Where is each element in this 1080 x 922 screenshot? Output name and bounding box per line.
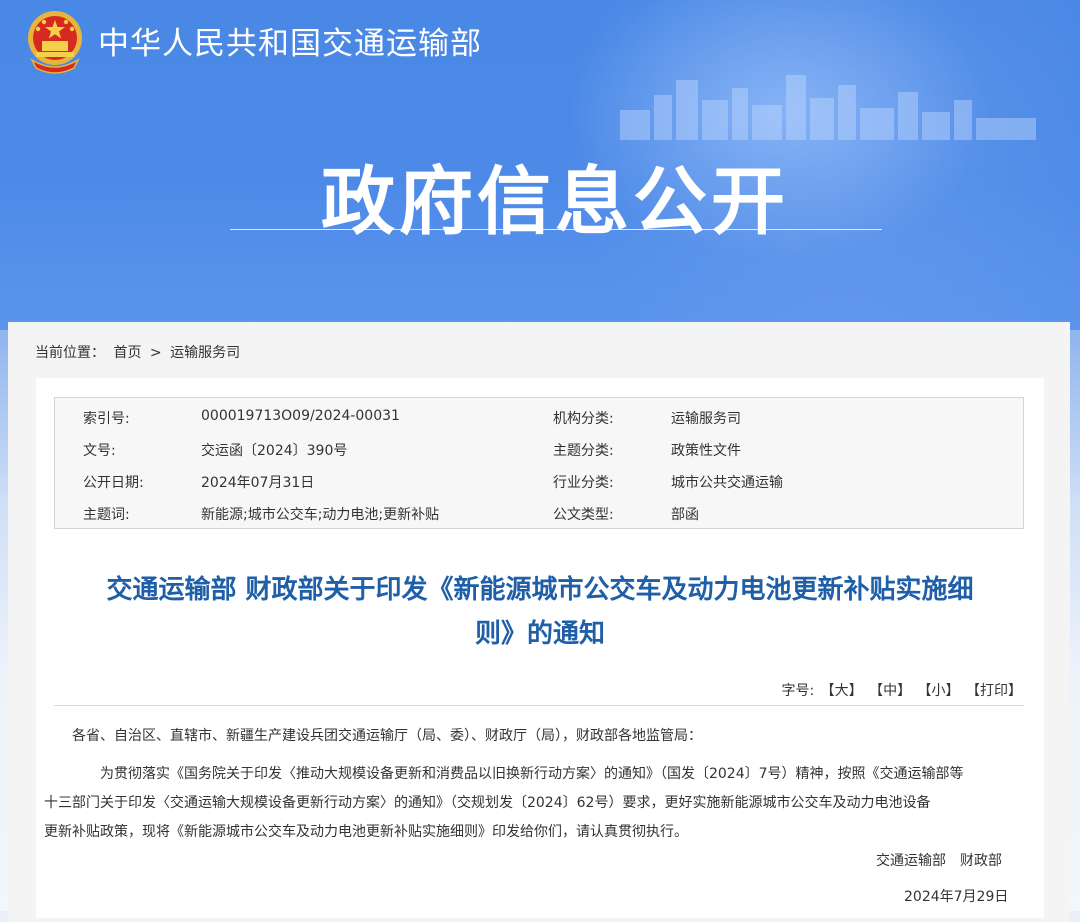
breadcrumb-current-link[interactable]: 运输服务司: [170, 345, 240, 361]
metadata-row: 文号: 交运函〔2024〕390号 主题分类: 政策性文件: [55, 432, 1023, 464]
metadata-table: 索引号: 000019713O09/2024-00031 机构分类: 运输服务司…: [54, 397, 1024, 529]
meta-value: 000019713O09/2024-00031: [201, 408, 400, 424]
metadata-row: 索引号: 000019713O09/2024-00031 机构分类: 运输服务司: [55, 400, 1023, 432]
meta-value: 2024年07月31日: [201, 475, 315, 491]
font-medium-button[interactable]: 【中】: [869, 683, 911, 699]
breadcrumb-home-link[interactable]: 首页: [113, 345, 141, 361]
metadata-row: 主题词: 新能源;城市公交车;动力电池;更新补贴 公文类型: 部函: [55, 496, 1023, 528]
meta-label: 机构分类:: [553, 411, 614, 427]
national-emblem-icon: [28, 11, 82, 74]
meta-value: 交运函〔2024〕390号: [201, 443, 348, 459]
meta-value: 运输服务司: [671, 411, 741, 427]
meta-label: 公开日期:: [83, 475, 144, 491]
title-underline: [230, 229, 882, 230]
paragraph-line: 为贯彻落实《国务院关于印发〈推动大规模设备更新和消费品以旧换新行动方案〉的通知》…: [100, 766, 964, 782]
meta-value: 新能源;城市公交车;动力电池;更新补贴: [201, 507, 440, 523]
ministry-name[interactable]: 中华人民共和国交通运输部: [98, 18, 482, 63]
font-large-button[interactable]: 【大】: [821, 683, 863, 699]
greeting-text: 各省、自治区、直辖市、新疆生产建设兵团交通运输厅（局、委）、财政厅（局），财政部…: [72, 728, 702, 744]
font-small-button[interactable]: 【小】: [918, 683, 960, 699]
meta-value: 部函: [671, 507, 699, 523]
meta-label: 主题分类:: [553, 443, 614, 459]
metadata-row: 公开日期: 2024年07月31日 行业分类: 城市公共交通运输: [55, 464, 1023, 496]
breadcrumb-label: 当前位置：: [35, 345, 105, 361]
article-title-line: 则》的通知: [474, 619, 605, 649]
breadcrumb-separator: >: [149, 345, 162, 361]
meta-label: 索引号:: [83, 411, 130, 427]
meta-label: 公文类型:: [553, 507, 614, 523]
signature: 交通运输部 财政部: [876, 853, 1002, 869]
breadcrumb: 当前位置： 首页 > 运输服务司: [35, 342, 244, 362]
meta-value: 城市公共交通运输: [671, 475, 783, 491]
issue-date: 2024年7月29日: [904, 889, 1009, 905]
font-size-tools: 字号: 【大】 【中】 【小】 【打印】: [700, 680, 1022, 700]
meta-label: 主题词:: [83, 507, 130, 523]
meta-value: 政策性文件: [671, 443, 741, 459]
print-button[interactable]: 【打印】: [966, 683, 1022, 699]
paragraph-line: 十三部门关于印发〈交通运输大规模设备更新行动方案〉的通知》（交规划发〔2024〕…: [44, 795, 931, 811]
article-title: 交通运输部 财政部关于印发《新能源城市公交车及动力电池更新补贴实施细 则》的通知: [54, 568, 1026, 656]
article-paragraph: 为贯彻落实《国务院关于印发〈推动大规模设备更新和消费品以旧换新行动方案〉的通知》…: [44, 760, 1012, 847]
paragraph-line: 更新补贴政策，现将《新能源城市公交车及动力电池更新补贴实施细则》印发给你们，请认…: [44, 824, 688, 840]
font-size-label: 字号:: [781, 683, 815, 699]
divider: [54, 705, 1024, 706]
banner-title: 政府信息公开: [321, 159, 789, 245]
meta-label: 行业分类:: [553, 475, 614, 491]
meta-label: 文号:: [83, 443, 116, 459]
article-title-line: 交通运输部 财政部关于印发《新能源城市公交车及动力电池更新补贴实施细: [106, 575, 974, 605]
city-skyline-image: [620, 75, 1036, 140]
header-banner: 中华人民共和国交通运输部 政府信息公开: [0, 0, 1080, 330]
